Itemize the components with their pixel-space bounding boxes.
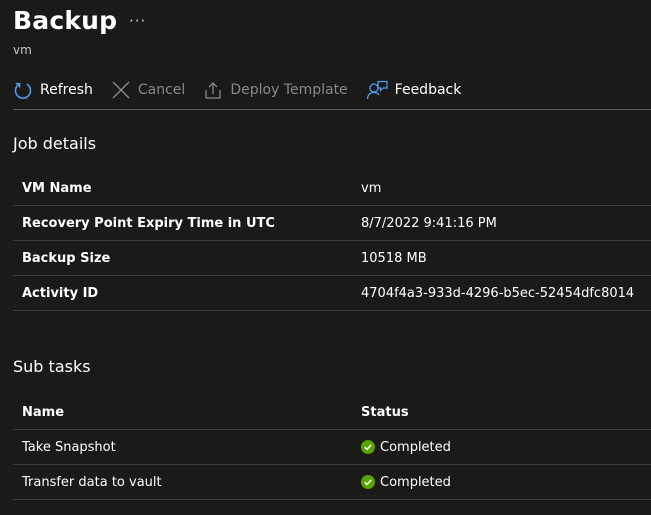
feedback-label: Feedback [394,82,462,98]
feedback-icon [366,80,388,100]
table-row: Transfer data to vault Completed [13,464,651,500]
cancel-label: Cancel [137,82,186,98]
subtask-status: Completed [352,464,651,500]
table-row: Backup Size 10518 MB [13,240,651,276]
cancel-button[interactable]: Cancel [111,80,185,100]
table-header-row: Name Status [13,395,651,430]
subtask-name: Take Snapshot [13,429,352,465]
column-header-status: Status [352,395,651,430]
backup-size-value: 10518 MB [352,240,651,276]
status-text: Completed [380,439,451,455]
refresh-label: Refresh [40,82,93,98]
check-circle-icon [361,440,375,454]
cancel-icon [112,81,130,99]
activity-id-label: Activity ID [13,275,352,311]
backup-size-label: Backup Size [13,240,352,276]
sub-tasks-table: Name Status Take Snapshot Completed Tran… [13,395,651,500]
page-subtitle: vm [13,43,32,57]
subtask-status: Completed [352,429,651,465]
upload-icon [205,82,221,99]
refresh-button[interactable]: Refresh [13,80,93,100]
vm-name-label: VM Name [13,171,352,206]
job-details-table: VM Name vm Recovery Point Expiry Time in… [13,171,651,311]
job-details-title: Job details [13,134,97,153]
table-row: Recovery Point Expiry Time in UTC 8/7/20… [13,205,651,241]
refresh-icon [14,82,32,99]
column-header-name: Name [13,395,352,430]
sub-tasks-title: Sub tasks [13,357,91,376]
more-options-button[interactable]: ··· [129,12,146,30]
expiry-time-label: Recovery Point Expiry Time in UTC [13,205,352,241]
deploy-template-button[interactable]: Deploy Template [203,80,348,100]
table-row: Activity ID 4704f4a3-933d-4296-b5ec-5245… [13,275,651,311]
activity-id-value: 4704f4a3-933d-4296-b5ec-52454dfc8014 [352,275,651,311]
vm-name-value: vm [352,171,651,206]
status-text: Completed [380,474,451,490]
expiry-time-value: 8/7/2022 9:41:16 PM [352,205,651,241]
command-bar: Refresh Cancel Deploy Template Feedback [13,76,651,104]
check-circle-icon [361,475,375,489]
page-title: Backup [13,6,118,35]
table-row: VM Name vm [13,171,651,206]
feedback-button[interactable]: Feedback [366,80,462,100]
deploy-template-label: Deploy Template [230,82,348,98]
toolbar-divider [13,109,651,110]
subtask-name: Transfer data to vault [13,464,352,500]
table-row: Take Snapshot Completed [13,429,651,465]
